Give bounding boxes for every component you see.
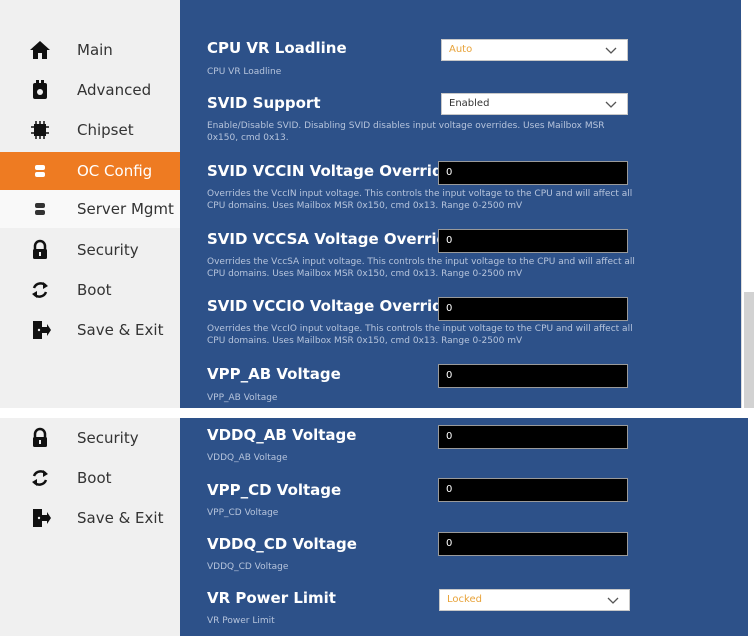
advanced-icon [29,79,51,101]
setting-title: VDDQ_AB Voltage [207,426,357,444]
exit-icon [29,507,51,529]
setting-description: VPP_AB Voltage [207,393,278,403]
setting-description: VPP_CD Voltage [207,508,279,518]
select-value: Enabled [449,98,490,109]
sidebar-item-label: Save & Exit [77,321,164,339]
setting-description: CPU VR Loadline [207,67,282,77]
sidebar-item-advanced[interactable]: Advanced [0,71,180,109]
chip-icon [29,119,51,141]
input-value: 0 [446,484,453,495]
sidebar-item-label: OC Config [77,162,153,180]
setting-title: VPP_CD Voltage [207,481,342,499]
exit-icon [29,319,51,341]
svid-vccin-voltage-input[interactable]: 0 [438,161,628,185]
vpp-cd-voltage-input[interactable]: 0 [438,478,628,502]
server-icon [29,198,51,220]
vr-power-limit-select[interactable]: Locked [439,589,630,611]
sidebar-item-save-exit[interactable]: Save & Exit [0,311,180,349]
sidebar-item-label: Advanced [77,81,152,99]
input-value: 0 [446,167,453,178]
setting-title: VPP_AB Voltage [207,365,341,383]
sidebar-item-label: Security [77,241,139,259]
sidebar-item-label: Save & Exit [77,509,164,527]
sidebar-item-label: Chipset [77,121,134,139]
input-value: 0 [446,235,453,246]
sidebar-item-label: Server Mgmt [77,200,174,218]
sidebar: Security Boot Save & Exit [0,418,180,636]
sidebar-item-label: Security [77,429,139,447]
sidebar-item-save-exit[interactable]: Save & Exit [0,499,180,537]
boot-icon [29,279,51,301]
panel-divider [0,408,754,418]
bottom-panel: Security Boot Save & Exit VDDQ_AB Voltag… [0,418,754,636]
setting-description: VDDQ_CD Voltage [207,562,289,572]
setting-title: VR Power Limit [207,589,336,607]
sidebar-item-security[interactable]: Security [0,231,180,269]
sidebar-item-chipset[interactable]: Chipset [0,111,180,149]
input-value: 0 [446,303,453,314]
home-icon [29,39,51,61]
svid-vccsa-voltage-input[interactable]: 0 [438,229,628,253]
setting-title: CPU VR Loadline [207,39,347,57]
input-value: 0 [446,431,453,442]
vddq-cd-voltage-input[interactable]: 0 [438,532,628,556]
setting-title: SVID VCCIN Voltage Override [207,162,453,180]
sidebar: Main Advanced Chipset OC Config Server M… [0,0,180,408]
sidebar-item-label: Boot [77,469,112,487]
lock-icon [29,427,51,449]
setting-title: SVID Support [207,94,321,112]
sidebar-item-label: Main [77,41,113,59]
setting-description: Overrides the VccSA input voltage. This … [207,257,635,279]
chevron-down-icon [605,98,617,110]
setting-description: Overrides the VccIN input voltage. This … [207,189,633,211]
setting-description: Enable/Disable SVID. Disabling SVID disa… [207,121,605,143]
svid-support-select[interactable]: Enabled [441,93,628,115]
input-value: 0 [446,370,453,381]
scrollbar-thumb[interactable] [744,292,754,408]
select-value: Locked [447,594,482,605]
setting-description: Overrides the VccIO input voltage. This … [207,324,633,346]
oc-config-icon [29,160,51,182]
vpp-ab-voltage-input[interactable]: 0 [438,364,628,388]
setting-title: SVID VCCSA Voltage Override [207,230,458,248]
boot-icon [29,467,51,489]
setting-title: VDDQ_CD Voltage [207,535,357,553]
sidebar-item-boot[interactable]: Boot [0,271,180,309]
sidebar-item-security[interactable]: Security [0,419,180,457]
vddq-ab-voltage-input[interactable]: 0 [438,425,628,449]
sidebar-item-label: Boot [77,281,112,299]
input-value: 0 [446,538,453,549]
sidebar-item-oc-config[interactable]: OC Config [0,152,180,190]
settings-panel: CPU VR Loadline CPU VR Loadline Auto SVI… [180,0,741,408]
settings-panel: VDDQ_AB Voltage VDDQ_AB Voltage 0 VPP_CD… [180,418,748,636]
svid-vccio-voltage-input[interactable]: 0 [438,297,628,321]
chevron-down-icon [607,594,619,606]
chevron-down-icon [605,44,617,56]
sidebar-item-main[interactable]: Main [0,31,180,69]
sidebar-item-boot[interactable]: Boot [0,459,180,497]
select-value: Auto [449,44,473,55]
setting-description: VR Power Limit [207,616,275,626]
setting-description: VDDQ_AB Voltage [207,453,288,463]
sidebar-item-server-mgmt[interactable]: Server Mgmt [0,190,180,228]
setting-title: SVID VCCIO Voltage Override [207,297,454,315]
cpu-vr-loadline-select[interactable]: Auto [441,39,628,61]
top-panel: Main Advanced Chipset OC Config Server M… [0,0,754,408]
lock-icon [29,239,51,261]
